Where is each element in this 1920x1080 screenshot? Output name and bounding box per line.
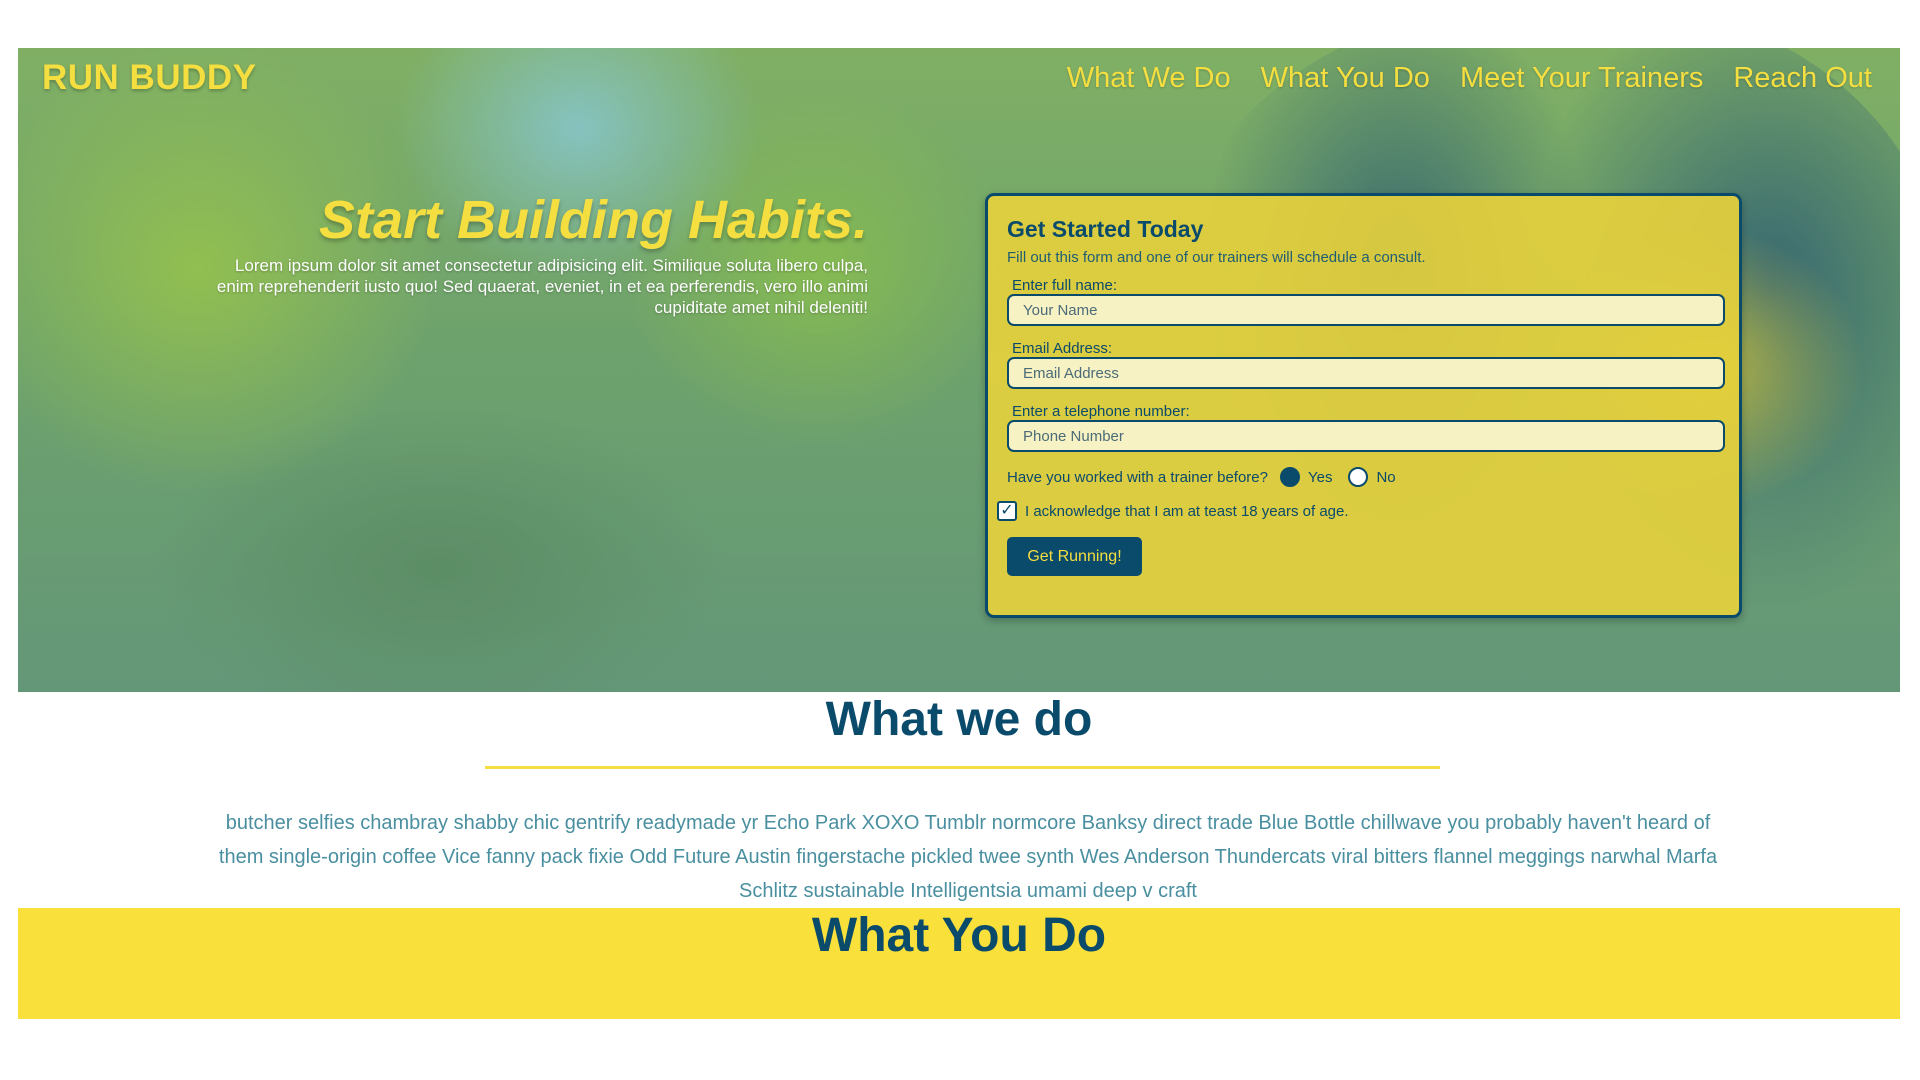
get-running-button[interactable]: Get Running! [1007,537,1142,576]
form-subtitle: Fill out this form and one of our traine… [1007,249,1426,266]
what-you-do-section: What You Do [18,908,1900,1019]
main-nav: What We Do What You Do Meet Your Trainer… [1067,62,1872,95]
section-divider [485,766,1440,769]
signup-form: Get Started Today Fill out this form and… [985,193,1742,618]
full-name-label: Enter full name: [1012,277,1118,294]
nav-link-what-you-do[interactable]: What You Do [1261,62,1430,95]
trainer-question-row: Have you worked with a trainer before? Y… [1007,467,1719,487]
phone-input[interactable] [1007,420,1725,452]
age-acknowledge-row: ✓ I acknowledge that I am at teast 18 ye… [997,501,1719,521]
full-name-field: Enter full name: [1007,277,1725,326]
full-name-input[interactable] [1007,294,1725,326]
email-field: Email Address: [1007,340,1725,389]
radio-yes[interactable] [1279,467,1300,487]
what-we-do-text: butcher selfies chambray shabby chic gen… [218,812,1718,902]
hero-title: Start Building Habits. [318,190,868,250]
radio-yes-label: Yes [1307,468,1333,486]
radio-no[interactable] [1348,467,1369,487]
what-we-do-section: What we do butcher selfies chambray shab… [18,692,1900,908]
checkbox-check-icon: ✓ [1000,502,1014,519]
brand-logo[interactable]: RUN BUDDY [42,58,257,98]
trainer-question-label: Have you worked with a trainer before? [1007,468,1268,486]
age-checkbox[interactable]: ✓ [997,501,1017,521]
phone-field: Enter a telephone number: [1007,403,1725,452]
form-title: Get Started Today [1007,216,1204,242]
phone-label: Enter a telephone number: [1012,403,1190,420]
what-you-do-title: What You Do [811,909,1107,962]
email-label: Email Address: [1012,340,1113,357]
radio-no-label: No [1376,468,1396,486]
email-input[interactable] [1007,357,1725,389]
nav-link-what-we-do[interactable]: What We Do [1067,62,1231,95]
age-checkbox-label: I acknowledge that I am at teast 18 year… [1025,502,1349,520]
hero-description: Lorem ipsum dolor sit amet consectetur a… [216,255,868,317]
hero-text-block: Start Building Habits. Lorem ipsum dolor… [208,192,868,318]
what-we-do-title: What we do [825,693,1093,746]
nav-link-reach-out[interactable]: Reach Out [1733,62,1872,95]
nav-link-meet-your-trainers[interactable]: Meet Your Trainers [1460,62,1703,95]
page: RUN BUDDY What We Do What You Do Meet Yo… [18,48,1900,1019]
hero-section: RUN BUDDY What We Do What You Do Meet Yo… [18,48,1900,692]
